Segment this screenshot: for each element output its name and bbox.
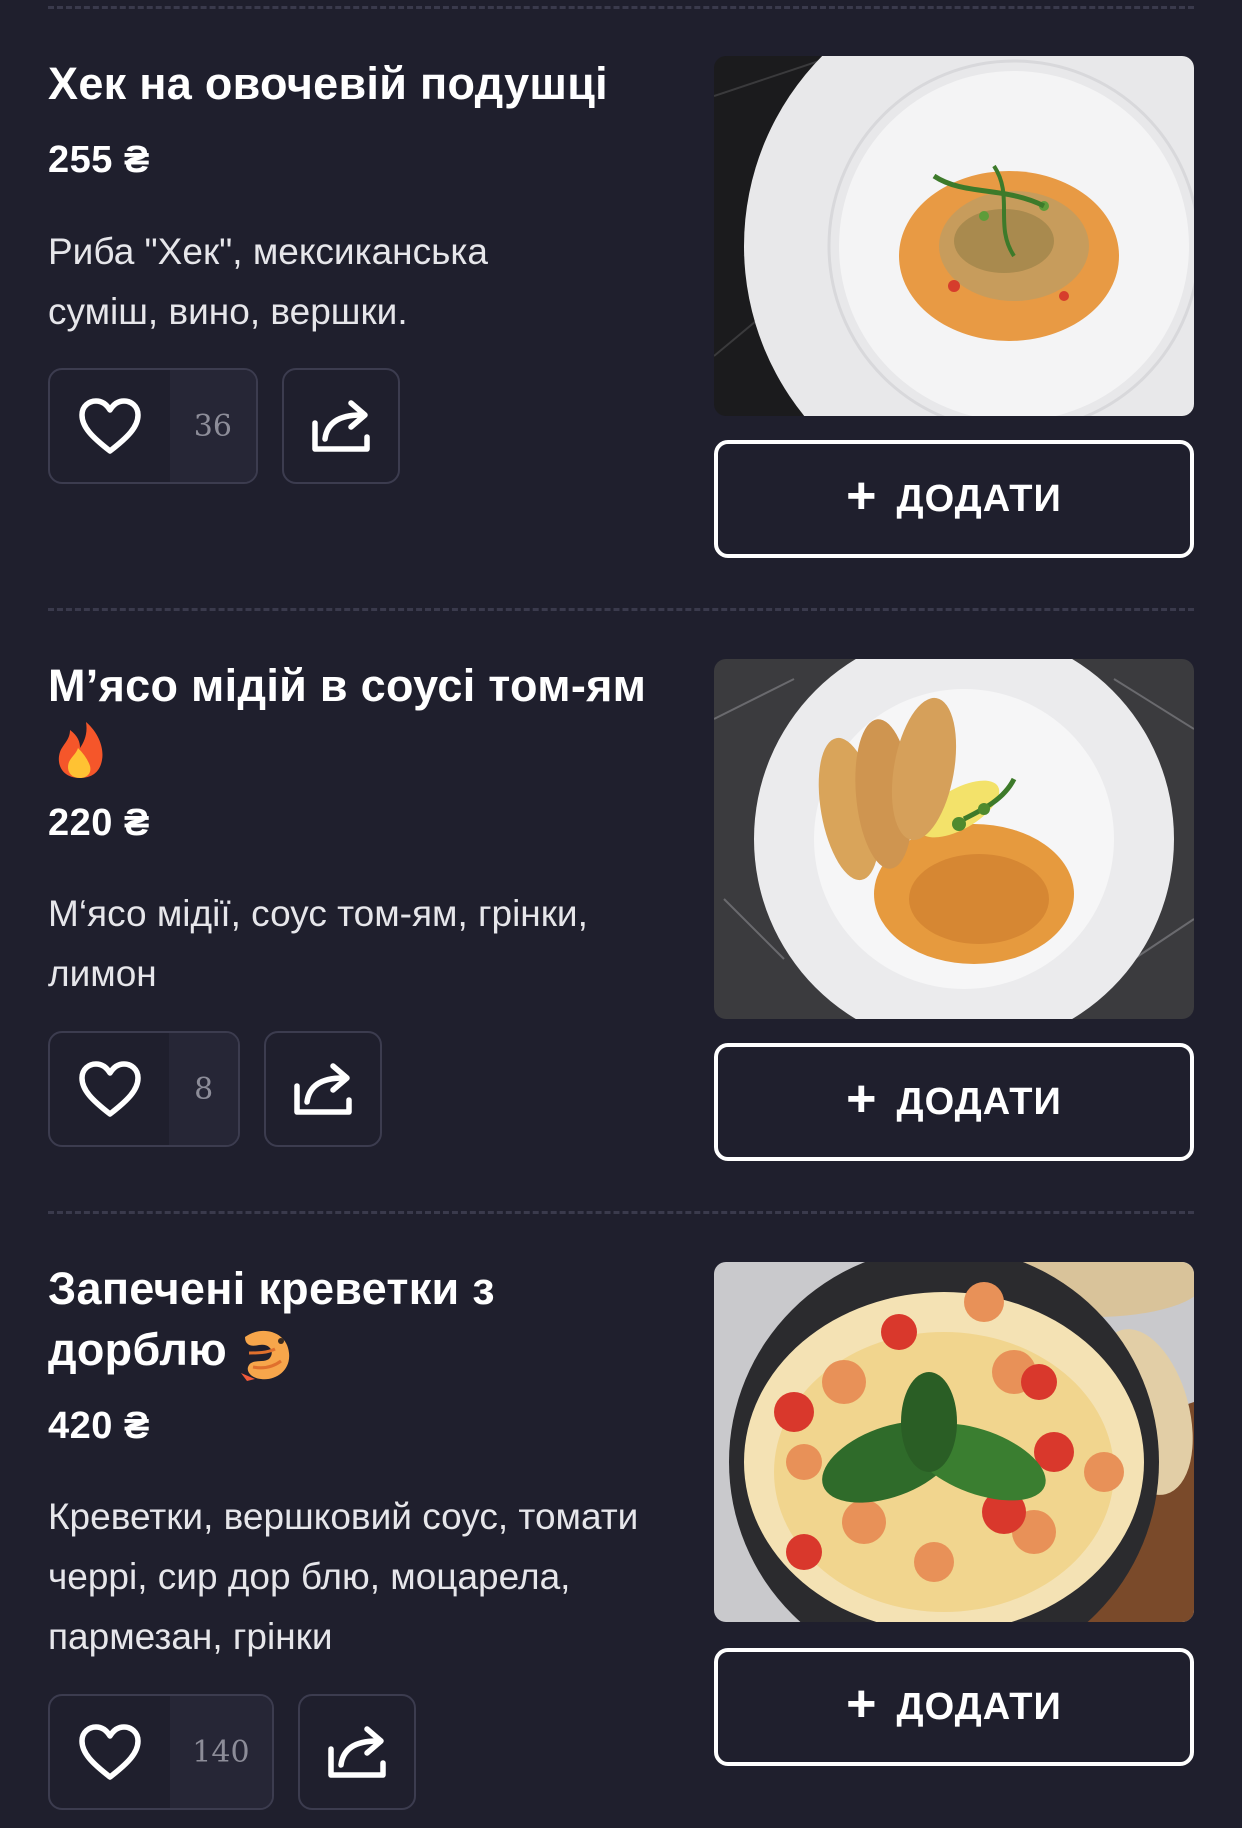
share-icon	[328, 1726, 386, 1778]
dish-title-text: М’ясо мідій в соусі том-ям	[48, 660, 647, 711]
dish-description: Риба "Хек", мексиканська суміш, вино, ве…	[48, 231, 488, 332]
plus-icon: +	[846, 1070, 877, 1128]
dish-title: Хек на овочевій подушці	[48, 58, 608, 109]
like-count: 36	[169, 370, 256, 482]
heart-icon	[79, 398, 141, 454]
share-button[interactable]	[282, 368, 400, 484]
like-count: 140	[169, 1696, 272, 1808]
add-label: ДОДАТИ	[896, 477, 1062, 520]
dish-description: Креветки, вершковий соус, томати черрі, …	[48, 1496, 639, 1657]
fire-emoji	[58, 722, 103, 779]
share-icon	[312, 400, 370, 452]
menu-item: Запечені креветки з дорблю 420 ₴ Креветк…	[0, 1258, 1242, 1828]
dish-price: 255 ₴	[48, 139, 150, 181]
like-button[interactable]	[50, 1696, 170, 1808]
section-divider	[48, 6, 1194, 9]
like-control: 140	[48, 1694, 274, 1810]
like-control: 36	[48, 368, 258, 484]
dish-title: М’ясо мідій в соусі том-ям	[48, 655, 648, 780]
like-count: 8	[169, 1033, 238, 1145]
add-label: ДОДАТИ	[896, 1080, 1062, 1123]
like-control: 8	[48, 1031, 240, 1147]
share-icon	[294, 1063, 352, 1115]
shrimp-emoji	[241, 1331, 290, 1382]
dish-title: Запечені креветки з дорблю	[48, 1258, 608, 1383]
menu-item: М’ясо мідій в соусі том-ям 220 ₴ М‘ясо м…	[0, 655, 1242, 1161]
section-divider	[48, 1211, 1194, 1214]
plus-icon: +	[846, 1675, 877, 1733]
add-label: ДОДАТИ	[896, 1685, 1062, 1728]
share-button[interactable]	[298, 1694, 416, 1810]
add-to-cart-button[interactable]: + ДОДАТИ	[714, 1648, 1194, 1766]
dish-description: М‘ясо мідії, соус том-ям, грінки, лимон	[48, 893, 588, 994]
add-to-cart-button[interactable]: + ДОДАТИ	[714, 1043, 1194, 1161]
dish-price: 420 ₴	[48, 1405, 150, 1447]
dish-price: 220 ₴	[48, 802, 150, 844]
share-button[interactable]	[264, 1031, 382, 1147]
heart-icon	[78, 1061, 141, 1117]
baked-shrimp-photo[interactable]	[714, 1262, 1194, 1622]
like-button[interactable]	[50, 1033, 169, 1145]
add-to-cart-button[interactable]: + ДОДАТИ	[714, 440, 1194, 558]
heart-icon	[79, 1724, 141, 1780]
section-divider	[48, 608, 1194, 611]
plus-icon: +	[846, 467, 877, 525]
like-button[interactable]	[50, 370, 170, 482]
menu-item: Хек на овочевій подушці 255 ₴ Риба "Хек"…	[0, 50, 1242, 558]
hake-dish-photo[interactable]	[714, 56, 1194, 416]
mussels-tom-yum-photo[interactable]	[714, 659, 1194, 1019]
